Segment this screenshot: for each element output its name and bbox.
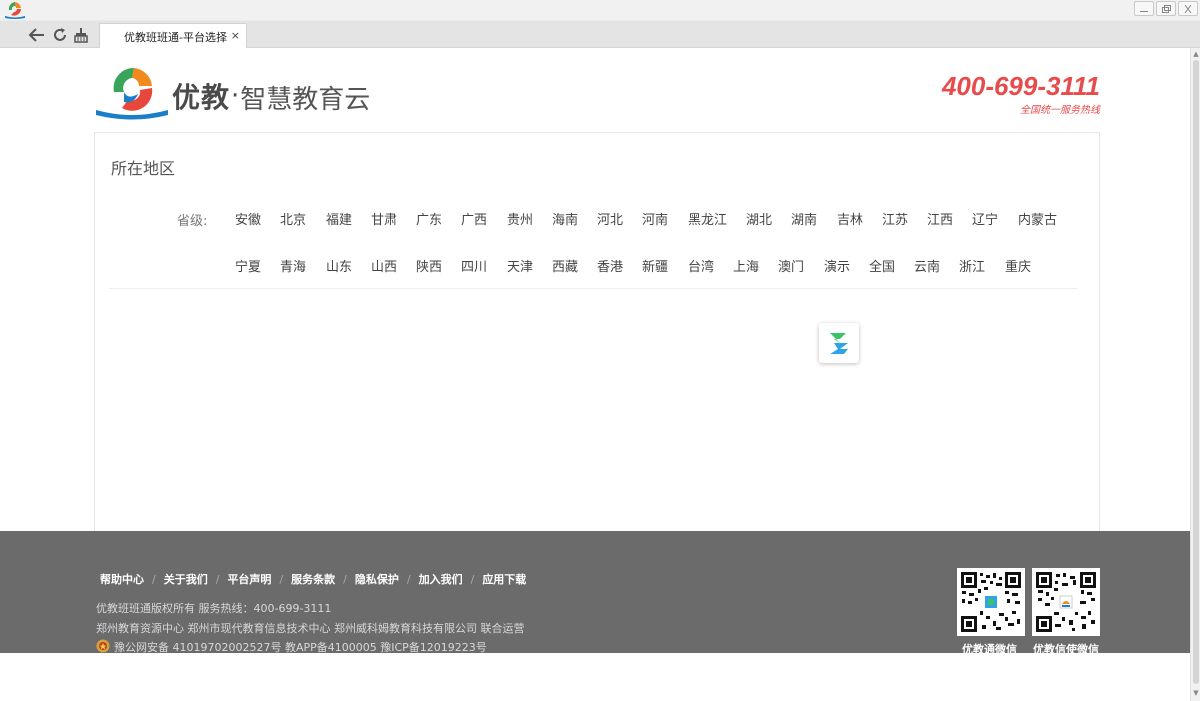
footer-separator: / xyxy=(343,572,347,586)
footer-link-terms[interactable]: 服务条款 xyxy=(291,571,335,587)
qr-code-icon xyxy=(960,571,1022,633)
province-item[interactable]: 甘肃 xyxy=(371,209,397,228)
brand-logo[interactable]: 优教 · 智慧教育云 xyxy=(94,64,370,120)
footer-licenses: 豫公网安备 41019702002527号 教APP备4100005 豫ICP备… xyxy=(114,641,487,654)
footer-link-download[interactable]: 应用下载 xyxy=(482,571,526,587)
close-window-button[interactable] xyxy=(1178,1,1198,16)
back-button[interactable] xyxy=(27,25,47,45)
reload-button[interactable] xyxy=(50,25,70,45)
qr-label-youjiaoxinshi: 优教信使微信 xyxy=(1033,643,1099,656)
province-item[interactable]: 河南 xyxy=(642,209,668,228)
service-hotline: 400-699-3111 全国统一服务热线 xyxy=(940,72,1100,116)
province-item[interactable]: 黑龙江 xyxy=(688,209,727,228)
tab-close-icon[interactable]: × xyxy=(231,29,240,42)
province-item[interactable]: 四川 xyxy=(461,256,487,275)
footer-separator: / xyxy=(152,572,156,586)
province-item[interactable]: 重庆 xyxy=(1005,256,1031,275)
reload-icon xyxy=(54,28,66,41)
province-item[interactable]: 山东 xyxy=(326,256,352,275)
window-controls xyxy=(1134,1,1198,16)
qr-label-youjiaotong: 优教通微信 xyxy=(962,643,1017,656)
qr-code-youjiaotong xyxy=(957,568,1025,636)
province-item[interactable]: 吉林 xyxy=(837,209,863,228)
browser-chrome: 优教班班通-平台选择 × xyxy=(0,0,1200,48)
restore-button[interactable] xyxy=(1156,1,1176,16)
tab-platform-select[interactable]: 优教班班通-平台选择 × xyxy=(99,23,247,48)
app-logo-icon xyxy=(5,2,25,19)
qr-code-icon xyxy=(1035,571,1097,633)
province-item[interactable]: 宁夏 xyxy=(235,256,261,275)
province-item[interactable]: 山西 xyxy=(371,256,397,275)
hotline-caption: 全国统一服务热线 xyxy=(1020,105,1100,116)
province-item[interactable]: 内蒙古 xyxy=(1018,209,1057,228)
province-item[interactable]: 天津 xyxy=(507,256,533,275)
cleanup-button[interactable] xyxy=(71,25,91,45)
province-item[interactable]: 上海 xyxy=(733,256,759,275)
minimize-icon xyxy=(1140,10,1148,12)
footer-link-join[interactable]: 加入我们 xyxy=(419,571,463,587)
province-item[interactable]: 湖北 xyxy=(746,209,772,228)
province-item[interactable]: 北京 xyxy=(280,209,306,228)
province-item[interactable]: 辽宁 xyxy=(972,209,998,228)
title-bar xyxy=(0,0,1200,20)
footer-links: 帮助中心 / 关于我们 / 平台声明 / 服务条款 / 隐私保护 / 加入我们 … xyxy=(100,571,526,587)
footer-separator: / xyxy=(279,572,284,586)
browser-toolbar: 优教班班通-平台选择 × xyxy=(0,21,1200,48)
brand-mark-icon xyxy=(96,67,168,120)
broom-icon xyxy=(74,28,88,43)
province-item[interactable]: 青海 xyxy=(280,256,306,275)
page-scrollbar[interactable]: ▲ ▼ xyxy=(1190,48,1200,701)
qr-code-youjiaoxinshi xyxy=(1032,568,1100,636)
site-footer: 帮助中心 / 关于我们 / 平台声明 / 服务条款 / 隐私保护 / 加入我们 … xyxy=(0,531,1190,656)
province-item[interactable]: 全国 xyxy=(869,256,895,275)
brand-dot: · xyxy=(231,81,240,111)
close-icon xyxy=(1184,4,1192,13)
footer-operators: 郑州教育资源中心 郑州市现代教育信息技术中心 郑州威科姆教育科技有限公司 联合运… xyxy=(96,622,525,635)
footer-link-about[interactable]: 关于我们 xyxy=(164,571,208,587)
loading-indicator xyxy=(819,323,859,363)
arrow-left-icon xyxy=(28,28,44,42)
region-selector-panel: 所在地区 省级: 安徽 北京 福建 甘肃 广东 广西 贵州 海南 河北 河南 黑… xyxy=(94,132,1100,563)
province-item[interactable]: 江苏 xyxy=(882,209,908,228)
province-item[interactable]: 广西 xyxy=(461,209,487,228)
province-item[interactable]: 安徽 xyxy=(235,209,261,228)
province-item[interactable]: 新疆 xyxy=(642,256,668,275)
province-item[interactable]: 广东 xyxy=(416,209,442,228)
footer-separator: / xyxy=(470,572,475,586)
province-item[interactable]: 香港 xyxy=(597,256,623,275)
minimize-button[interactable] xyxy=(1134,1,1154,16)
province-item[interactable]: 西藏 xyxy=(552,256,578,275)
province-item[interactable]: 澳门 xyxy=(778,256,804,275)
province-item[interactable]: 浙江 xyxy=(959,256,985,275)
province-item[interactable]: 贵州 xyxy=(507,209,533,228)
footer-separator: / xyxy=(215,572,220,586)
province-item[interactable]: 海南 xyxy=(552,209,578,228)
province-item[interactable]: 湖南 xyxy=(791,209,817,228)
region-divider xyxy=(109,288,1077,289)
police-badge-icon xyxy=(96,639,110,653)
scrollbar-thumb[interactable] xyxy=(1193,60,1199,684)
footer-link-statement[interactable]: 平台声明 xyxy=(227,571,271,587)
brand-name: 优教 xyxy=(172,81,231,114)
loading-spinner-icon xyxy=(830,333,848,354)
province-item[interactable]: 福建 xyxy=(326,209,352,228)
province-item[interactable]: 江西 xyxy=(927,209,953,228)
hotline-number: 400-699-3111 xyxy=(941,71,1100,101)
tab-label: 优教班班通-平台选择 xyxy=(124,31,227,44)
province-item[interactable]: 云南 xyxy=(914,256,940,275)
footer-link-privacy[interactable]: 隐私保护 xyxy=(355,571,399,587)
footer-separator: / xyxy=(406,572,411,586)
brand-subtitle: 智慧教育云 xyxy=(240,84,371,115)
province-item[interactable]: 演示 xyxy=(824,256,850,275)
footer-link-help[interactable]: 帮助中心 xyxy=(100,571,144,587)
province-item[interactable]: 陕西 xyxy=(416,256,442,275)
restore-icon xyxy=(1162,4,1171,13)
province-label: 省级: xyxy=(177,214,208,229)
region-title: 所在地区 xyxy=(111,159,176,178)
scroll-up-icon[interactable]: ▲ xyxy=(1192,50,1200,58)
province-item[interactable]: 河北 xyxy=(597,209,623,228)
province-item[interactable]: 台湾 xyxy=(688,256,714,275)
footer-copyright: 优教班班通版权所有 服务热线：400-699-3111 xyxy=(96,602,332,615)
scroll-down-icon[interactable]: ▼ xyxy=(1192,689,1200,697)
